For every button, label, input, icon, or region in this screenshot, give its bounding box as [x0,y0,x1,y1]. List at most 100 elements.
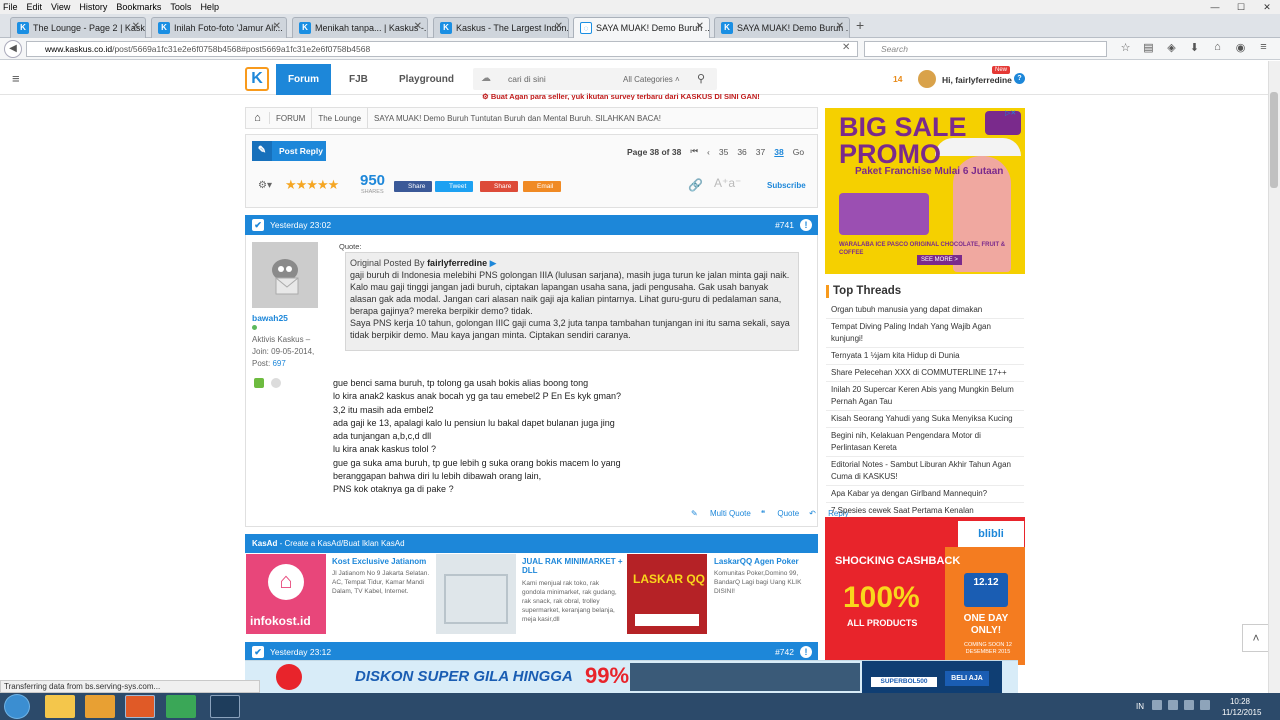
close-window-icon[interactable]: ✕ [1254,0,1280,14]
ad-image[interactable]: LASKAR QQ [627,554,707,634]
browser-tab[interactable]: K Inilah Foto-foto 'Jamur Ali... ✕ [151,17,287,38]
font-size-icon[interactable]: A⁺a⁻ [714,176,741,190]
menu-file[interactable]: File [3,2,18,12]
page-link[interactable]: 37 [756,147,765,157]
category-select[interactable]: All Categories ˄ [623,75,680,84]
thread-link[interactable]: Inilah 20 Supercar Keren Abis yang Mungk… [826,382,1024,411]
reading-list-icon[interactable]: ▤ [1137,41,1160,54]
menu-view[interactable]: View [51,2,70,12]
hamburger-menu-icon[interactable]: ≡ [12,71,20,86]
announcement[interactable]: ⚙ Buat Agan para seller, yuk ikutan surv… [482,92,760,100]
bookmark-star-icon[interactable]: ☆ [1114,41,1137,54]
twitter-tweet-button[interactable]: Tweet [435,181,473,192]
volume-icon[interactable] [1200,700,1210,710]
ad-title[interactable]: LaskarQQ Agen Poker [714,557,818,566]
thread-link[interactable]: Ternyata 1 ½jam kita Hidup di Dunia [826,348,1024,365]
kasad-subtitle[interactable]: - Create a KasAd/Buat Iklan KasAd [277,539,405,548]
media-player-icon[interactable] [85,695,115,718]
first-page-icon[interactable]: ⏮ [690,146,698,157]
browser-tab[interactable]: K The Lounge - Page 2 | Kask... ✕ [10,17,146,38]
tray-icon[interactable] [1152,700,1162,710]
pocket-icon[interactable]: ◈ [1160,41,1183,54]
back-icon[interactable]: ◀ [4,40,22,58]
chat-icon[interactable]: ◉ [1229,41,1252,54]
help-icon[interactable]: ? [1014,73,1025,84]
banner-buy-button[interactable]: BELI AJA [945,671,989,686]
menu-history[interactable]: History [79,2,107,12]
page-link-current[interactable]: 38 [774,147,783,157]
new-tab-icon[interactable]: + [856,17,864,33]
menu-tools[interactable]: Tools [170,2,191,12]
thread-link[interactable]: Apa Kabar ya dengan Girlband Mannequin? [826,486,1024,503]
windows-start-icon[interactable] [4,694,30,719]
breadcrumb-lounge[interactable]: The Lounge [312,108,369,128]
close-tab-icon[interactable]: ✕ [555,21,563,32]
email-share-button[interactable]: Email [523,181,561,192]
menu-bookmarks[interactable]: Bookmarks [116,2,161,12]
menu-help[interactable]: Help [200,2,219,12]
thread-link[interactable]: Tempat Diving Paling Indah Yang Wajib Ag… [826,319,1024,348]
bigsale-ad[interactable]: BIG SALE PROMO Paket Franchise Mulai 6 J… [825,108,1025,274]
network-icon[interactable] [1184,700,1194,710]
multi-quote-button[interactable]: ✎ Multi Quote [691,509,751,518]
close-tab-icon[interactable]: ✕ [836,21,844,32]
firefox-icon[interactable] [125,695,155,718]
go-button[interactable]: Go [793,147,804,157]
post-count-link[interactable]: 697 [272,359,285,368]
subscribe-link[interactable]: Subscribe [767,181,806,190]
facebook-share-button[interactable]: Share [394,181,432,192]
back-to-top-icon[interactable]: ˄ [1242,624,1270,652]
checkbox-icon[interactable]: ✔ [252,646,264,658]
poster-avatar[interactable] [252,242,318,308]
search-icon[interactable]: ⚲ [697,72,705,85]
maximize-icon[interactable]: ☐ [1228,0,1254,14]
ad-choices-icon[interactable]: ▷✕ [1005,109,1016,117]
user-avatar[interactable] [918,70,936,88]
explorer-icon[interactable] [45,695,75,718]
terminal-icon[interactable] [210,695,240,718]
nav-playground[interactable]: Playground [399,74,454,85]
stop-icon[interactable]: ✕ [842,42,850,53]
bottom-banner-ad[interactable]: DISKON SUPER GILA HINGGA 99% SUPERBOL500… [245,660,1018,694]
menu-icon[interactable]: ≡ [1252,41,1275,54]
settings-gear-icon[interactable]: ⚙▾ [258,180,272,191]
tray-icon[interactable] [1168,700,1178,710]
browser-tab[interactable]: K SAYA MUAK! Demo Buruh ... ✕ [714,17,850,38]
thread-link[interactable]: Kisah Seorang Yahudi yang Suka Menyiksa … [826,411,1024,428]
download-icon[interactable]: ⬇ [1183,41,1206,54]
browser-search-input[interactable]: Search [864,41,1107,57]
nav-fjb[interactable]: FJB [349,74,368,85]
quote-button[interactable]: ❝ Quote [761,509,799,518]
ad-image[interactable] [436,554,516,634]
url-bar[interactable]: www.kaskus.co.id/post/5669a1fc31e2e6f075… [26,41,858,57]
thread-link[interactable]: Share Pelecehan XXX di COMMUTERLINE 17++ [826,365,1024,382]
blibli-ad[interactable]: SHOCKING CASHBACK 100% ALL PRODUCTS blib… [825,517,1025,665]
post-reply-button[interactable]: ✎ Post Reply [252,141,326,161]
checkbox-icon[interactable]: ✔ [252,219,264,231]
nav-forum[interactable]: Forum [276,64,331,95]
browser-tab-active[interactable]: ◌ SAYA MUAK! Demo Buruh ... ✕ [573,17,710,38]
thread-link[interactable]: Editorial Notes - Sambut Liburan Akhir T… [826,457,1024,486]
breadcrumb-forum[interactable]: FORUM [270,108,313,128]
page-link[interactable]: 35 [719,147,728,157]
link-icon[interactable]: 🔗 [688,178,703,192]
quote-author[interactable]: fairlyferredine [427,258,487,268]
kaskus-logo[interactable]: K [245,67,269,91]
scrollbar-thumb[interactable] [1270,92,1278,188]
user-greeting[interactable]: Hi, fairlyferredine [942,75,1012,85]
post-number[interactable]: #741 [775,220,794,230]
ad-title[interactable]: JUAL RAK MINIMARKET + DLL [522,557,626,575]
ad-title[interactable]: Kost Exclusive Jatianom [332,557,436,566]
notification-count[interactable]: 14 [893,74,902,84]
close-tab-icon[interactable]: ✕ [273,21,281,32]
prev-page-icon[interactable]: ‹ [707,147,710,157]
search-input[interactable]: cari di sini [508,74,546,84]
minimize-icon[interactable]: — [1202,0,1228,14]
rating-stars[interactable]: ★★★★★ [285,177,339,193]
kasad-title[interactable]: KasAd [252,539,277,548]
close-tab-icon[interactable]: ✕ [696,21,704,32]
info-icon[interactable]: ! [800,646,812,658]
close-tab-icon[interactable]: ✕ [414,21,422,32]
browser-tab[interactable]: K Kaskus - The Largest Indon... ✕ [433,17,569,38]
home-icon[interactable]: ⌂ [246,112,270,124]
